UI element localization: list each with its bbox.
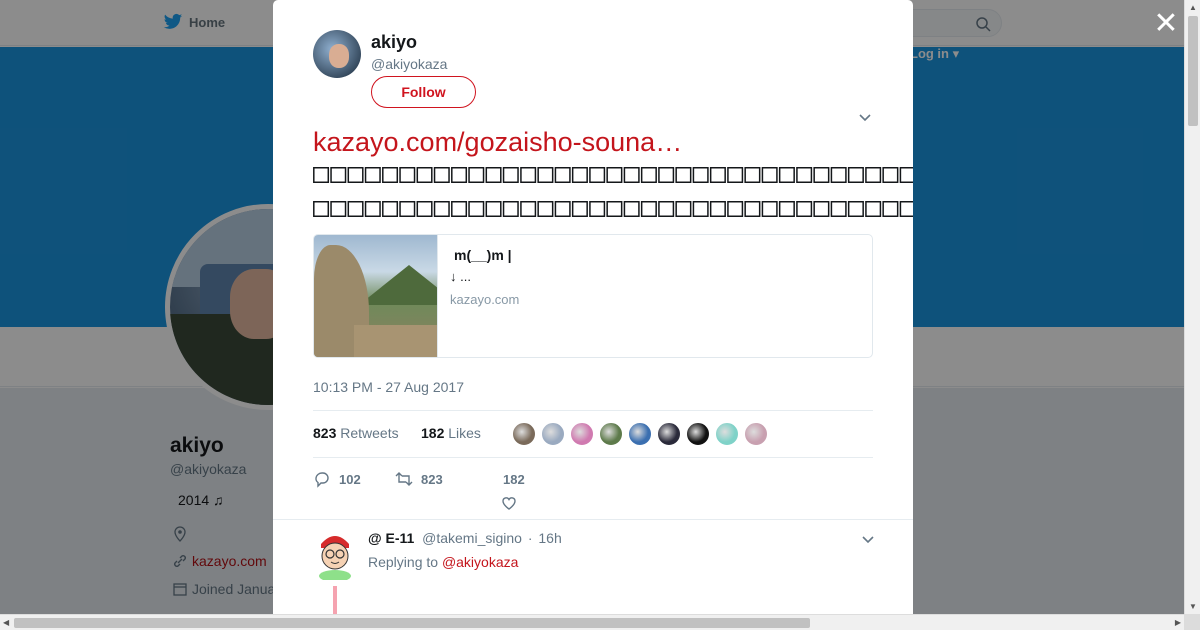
vertical-scroll-thumb[interactable] — [1188, 16, 1198, 126]
replying-to-link[interactable]: @akiyokaza — [442, 554, 518, 570]
vertical-scrollbar[interactable]: ▲ ▼ — [1184, 0, 1200, 614]
likers-avatars — [512, 422, 768, 446]
horizontal-scrollbar[interactable]: ◀ ▶ — [0, 614, 1184, 630]
retweets-stat[interactable]: 823 Retweets — [313, 425, 399, 441]
liker-avatar[interactable] — [628, 422, 652, 446]
thread-line — [333, 586, 337, 614]
reply-author-handle[interactable]: @takemi_sigino — [422, 530, 522, 546]
liker-avatar[interactable] — [744, 422, 768, 446]
liker-avatar[interactable] — [686, 422, 710, 446]
reply-time[interactable]: 16h — [538, 530, 561, 546]
liker-avatar[interactable] — [541, 422, 565, 446]
heart-icon[interactable] — [500, 494, 518, 512]
tweet-actions: 102 823 182 — [313, 470, 873, 510]
liker-avatar[interactable] — [657, 422, 681, 446]
chevron-down-icon[interactable] — [861, 532, 875, 546]
reply-author-name[interactable]: @ E-11 — [368, 530, 414, 546]
close-icon[interactable]: ✕ — [1152, 9, 1180, 39]
author-avatar[interactable] — [313, 30, 361, 78]
reply-button[interactable]: 102 — [313, 470, 361, 488]
author-handle[interactable]: @akiyokaza — [371, 56, 447, 72]
reply-author-avatar[interactable] — [313, 530, 357, 580]
tweet-text-line: □□□□□□□□□□□□□□□□□□□□□□□□□□□□□□□□□□□□□□□□… — [313, 192, 913, 223]
card-thumbnail — [314, 235, 438, 357]
reply-header: @ E-11 @takemi_sigino · 16h — [368, 530, 562, 546]
like-count: 182 — [503, 472, 525, 487]
scroll-left-arrow-icon[interactable]: ◀ — [3, 618, 9, 627]
tweet-link[interactable]: kazayo.com/gozaisho-souna… — [313, 127, 682, 158]
card-title: m(__)m | — [454, 247, 512, 263]
chevron-down-icon[interactable] — [858, 110, 872, 124]
link-preview-card[interactable]: m(__)m | ↓ ... kazayo.com — [313, 234, 873, 358]
liker-avatar[interactable] — [570, 422, 594, 446]
tweet-modal: akiyo @akiyokaza Follow kazayo.com/gozai… — [273, 0, 913, 614]
scroll-right-arrow-icon[interactable]: ▶ — [1175, 618, 1181, 627]
scroll-down-arrow-icon[interactable]: ▼ — [1189, 602, 1197, 611]
horizontal-scroll-thumb[interactable] — [14, 618, 810, 628]
follow-button[interactable]: Follow — [371, 76, 476, 108]
liker-avatar[interactable] — [599, 422, 623, 446]
divider — [273, 519, 913, 520]
author-name[interactable]: akiyo — [371, 32, 417, 53]
scroll-up-arrow-icon[interactable]: ▲ — [1189, 3, 1197, 12]
replying-to: Replying to @akiyokaza — [368, 554, 519, 570]
card-domain: kazayo.com — [450, 292, 520, 307]
tweet-text-line: □□□□□□□□□□□□□□□□□□□□□□□□□□□□□□□□□□□□□ — [313, 158, 913, 189]
likes-stat[interactable]: 182 Likes — [421, 425, 481, 441]
tweet-stats: 823 Retweets 182 Likes — [313, 410, 873, 458]
liker-avatar[interactable] — [715, 422, 739, 446]
reply-icon — [315, 472, 329, 488]
scrollbar-corner — [1184, 614, 1200, 630]
card-description: ↓ ... — [450, 269, 471, 284]
retweet-icon — [395, 472, 413, 486]
retweet-button[interactable]: 823 — [395, 470, 443, 488]
tweet-timestamp[interactable]: 10:13 PM - 27 Aug 2017 — [313, 379, 464, 395]
liker-avatar[interactable] — [512, 422, 536, 446]
